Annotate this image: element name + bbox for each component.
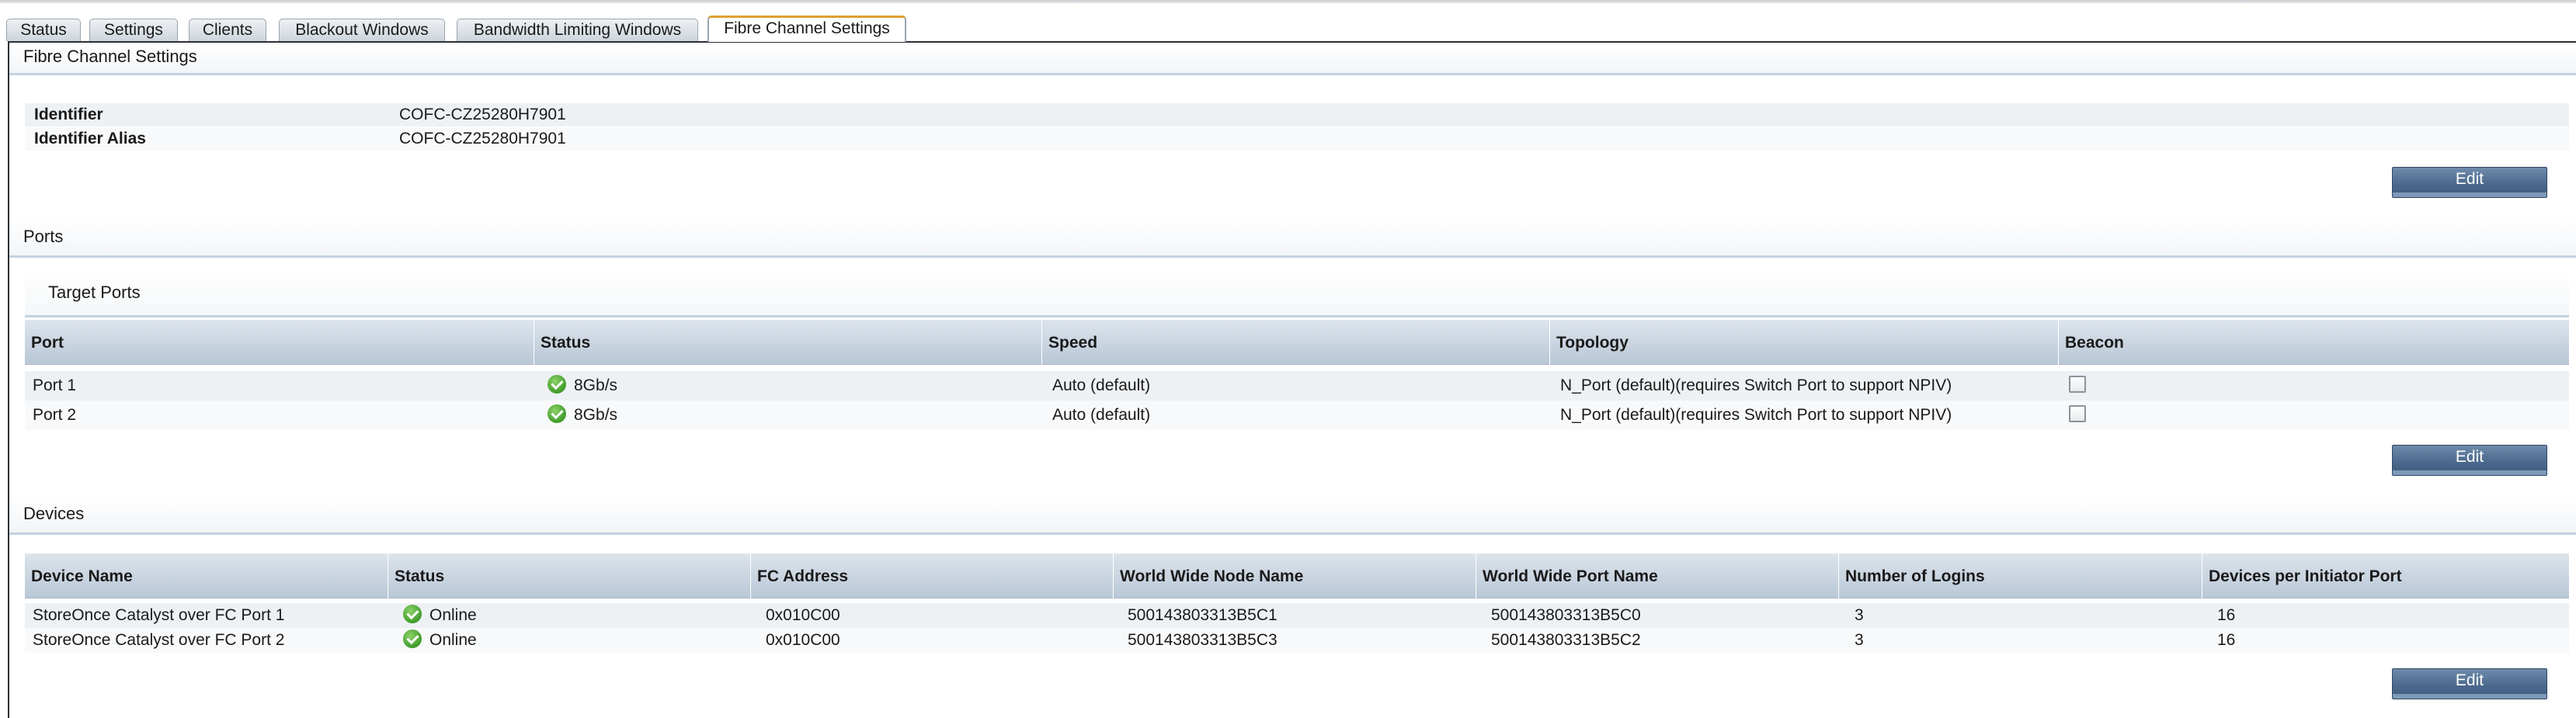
column-header-status[interactable]: Status (534, 320, 1041, 365)
port-topology: N_Port (default)(requires Switch Port to… (1560, 406, 1952, 424)
online-check-icon (548, 375, 566, 394)
tab-status[interactable]: Status (6, 19, 81, 41)
target-ports-header: Port Status Speed Topology Beacon (25, 320, 2569, 365)
beacon-checkbox[interactable] (2069, 376, 2086, 394)
port-status: 8Gb/s (574, 376, 618, 394)
device-fc-address: 0x010C00 (766, 631, 840, 649)
identifier-alias-label: Identifier Alias (34, 130, 146, 147)
port-status-cell: 8Gb/s (548, 371, 617, 401)
devices-header: Device Name Status FC Address World Wide… (25, 553, 2569, 598)
table-row[interactable]: Port 1 8Gb/s Auto (default) N_Port (defa… (25, 371, 2569, 401)
column-header-speed[interactable]: Speed (1041, 320, 1549, 365)
tab-clients[interactable]: Clients (189, 19, 266, 41)
beacon-checkbox-cell (2069, 401, 2086, 430)
column-header-fc-address[interactable]: FC Address (750, 553, 1113, 598)
identifier-alias-value: COFC-CZ25280H7901 (399, 130, 566, 147)
online-check-icon (548, 404, 566, 424)
tab-fibre-channel-settings[interactable]: Fibre Channel Settings (707, 16, 906, 42)
section-title-fibre-channel: Fibre Channel Settings (9, 43, 2576, 75)
port-status-cell: 8Gb/s (548, 401, 617, 430)
column-header-devices-per-initiator-port[interactable]: Devices per Initiator Port (2202, 553, 2569, 598)
device-name: StoreOnce Catalyst over FC Port 2 (33, 631, 285, 649)
section-title-ports: Ports (9, 217, 2576, 258)
identifier-row: Identifier COFC-CZ25280H7901 (25, 103, 2569, 127)
online-check-icon (403, 630, 422, 649)
tab-content: Fibre Channel Settings Identifier COFC-C… (8, 41, 2576, 718)
device-per-initiator-port: 16 (2217, 631, 2236, 649)
tab-bandwidth-limiting-windows[interactable]: Bandwidth Limiting Windows (457, 19, 698, 41)
table-row[interactable]: StoreOnce Catalyst over FC Port 2 Online… (25, 628, 2569, 653)
device-status: Online (429, 631, 477, 649)
column-header-wwnn[interactable]: World Wide Node Name (1113, 553, 1476, 598)
column-header-port[interactable]: Port (25, 320, 534, 365)
identifier-label: Identifier (34, 106, 103, 123)
tab-blackout-windows[interactable]: Blackout Windows (279, 19, 445, 41)
device-status-cell: Online (403, 628, 477, 657)
column-header-beacon[interactable]: Beacon (2058, 320, 2569, 365)
edit-devices-button[interactable]: Edit (2392, 668, 2547, 699)
port-speed: Auto (default) (1052, 406, 1151, 424)
beacon-checkbox[interactable] (2069, 405, 2086, 423)
device-logins: 3 (1855, 631, 1864, 649)
table-row[interactable]: StoreOnce Catalyst over FC Port 1 Online… (25, 603, 2569, 628)
port-speed: Auto (default) (1052, 376, 1151, 394)
identifier-alias-row: Identifier Alias COFC-CZ25280H7901 (25, 127, 2569, 151)
port-name: Port 2 (33, 406, 77, 424)
column-header-number-of-logins[interactable]: Number of Logins (1838, 553, 2202, 598)
tab-settings[interactable]: Settings (89, 19, 178, 41)
window-top-border (0, 0, 2576, 3)
identifier-value: COFC-CZ25280H7901 (399, 106, 566, 123)
device-wwnn: 500143803313B5C3 (1128, 631, 1278, 649)
port-status: 8Gb/s (574, 406, 618, 424)
column-header-wwpn[interactable]: World Wide Port Name (1476, 553, 1838, 598)
target-ports-panel-title: Target Ports (25, 269, 2569, 317)
port-name: Port 1 (33, 376, 77, 394)
column-header-device-name[interactable]: Device Name (25, 553, 388, 598)
edit-identifier-button[interactable]: Edit (2392, 167, 2547, 198)
tab-bar: Status Settings Clients Blackout Windows… (0, 11, 2576, 42)
edit-ports-button[interactable]: Edit (2392, 445, 2547, 476)
table-row[interactable]: Port 2 8Gb/s Auto (default) N_Port (defa… (25, 401, 2569, 430)
column-header-topology[interactable]: Topology (1549, 320, 2058, 365)
port-topology: N_Port (default)(requires Switch Port to… (1560, 376, 1952, 394)
device-status: Online (429, 606, 477, 624)
beacon-checkbox-cell (2069, 371, 2086, 401)
column-header-device-status[interactable]: Status (388, 553, 750, 598)
online-check-icon (403, 605, 422, 624)
section-title-devices: Devices (9, 494, 2576, 535)
device-wwpn: 500143803313B5C2 (1491, 631, 1641, 649)
